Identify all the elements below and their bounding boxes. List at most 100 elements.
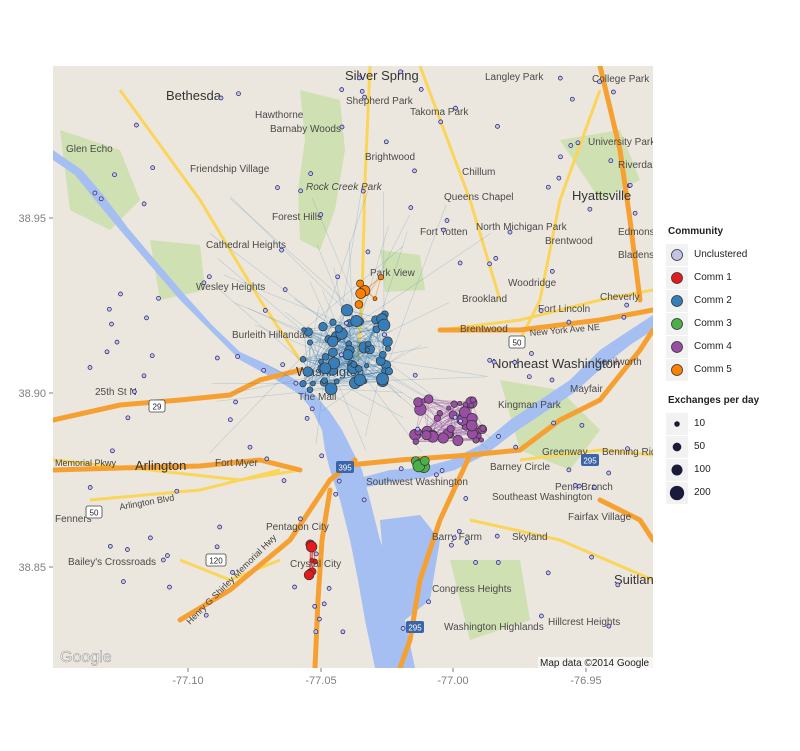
network-node	[526, 374, 532, 380]
network-node	[495, 560, 501, 565]
x-tick-label: -76.95	[570, 675, 601, 687]
network-node	[576, 483, 582, 489]
label-forest-hills: Forest Hills	[272, 212, 322, 223]
network-node	[279, 247, 284, 253]
network-node	[512, 360, 518, 365]
network-node	[329, 318, 337, 326]
network-node	[491, 359, 497, 365]
network-node	[324, 382, 338, 396]
shield-i295-south: 295	[406, 621, 424, 633]
svg-text:295: 295	[583, 457, 597, 466]
network-node	[340, 304, 354, 317]
network-node	[148, 535, 153, 541]
network-node	[156, 295, 161, 301]
network-node	[299, 380, 307, 388]
size-legend-label: 100	[694, 464, 711, 475]
network-node	[235, 354, 240, 359]
network-node	[383, 139, 389, 145]
label-silver-spring: Silver Spring	[345, 68, 419, 83]
network-node	[144, 315, 149, 321]
size-legend-swatch	[672, 442, 682, 451]
label-university-park: University Park	[588, 137, 656, 148]
network-node	[615, 582, 621, 588]
size-legend-item: 100	[666, 458, 796, 481]
network-node	[606, 623, 612, 629]
network-node	[92, 190, 98, 196]
network-node	[418, 87, 424, 92]
svg-text:50: 50	[90, 509, 99, 518]
label-friendship-village: Friendship Village	[190, 164, 270, 175]
network-node	[149, 353, 155, 359]
community-legend-title: Community	[668, 226, 723, 237]
community-legend-item: Comm 2	[666, 289, 796, 312]
network-node	[451, 535, 457, 541]
size-legend-item: 200	[666, 481, 796, 504]
network-node	[408, 205, 414, 210]
network-node	[335, 274, 341, 280]
network-node	[549, 377, 555, 383]
network-node	[419, 456, 430, 466]
network-node	[112, 172, 117, 178]
community-legend-item: Comm 4	[666, 335, 796, 358]
network-node	[379, 350, 387, 359]
network-node	[632, 210, 638, 216]
network-node	[305, 541, 318, 553]
network-node	[468, 402, 474, 409]
community-legend-label: Comm 5	[694, 364, 732, 375]
network-node	[494, 533, 500, 539]
network-node	[398, 69, 403, 75]
community-legend-swatch	[671, 363, 683, 376]
network-node	[214, 355, 220, 361]
network-node	[275, 185, 280, 190]
map-panel: Silver Spring Bethesda Takoma Park Langl…	[53, 66, 656, 668]
community-legend-swatch	[671, 340, 683, 353]
network-node	[354, 300, 364, 309]
network-node	[453, 105, 458, 111]
community-legend-item: Unclustered	[666, 243, 796, 266]
network-node	[261, 367, 267, 373]
network-node	[479, 424, 487, 432]
network-node	[412, 168, 417, 174]
network-node	[457, 260, 463, 266]
label-queens-chapel: Queens Chapel	[444, 192, 514, 203]
network-node	[109, 321, 114, 327]
network-node	[621, 314, 627, 320]
size-legend-label: 50	[694, 441, 706, 452]
svg-text:50: 50	[513, 339, 522, 348]
label-rock-creek-park: Rock Creek Park	[306, 182, 383, 193]
network-node	[495, 124, 500, 129]
network-node	[364, 347, 370, 353]
community-legend-key	[666, 312, 688, 335]
network-node	[473, 560, 478, 565]
network-node	[338, 352, 344, 358]
network-node	[132, 389, 137, 394]
network-node	[456, 528, 462, 534]
network-node	[167, 584, 172, 590]
community-legend-item: Comm 5	[666, 358, 796, 381]
label-brentwood: Brentwood	[460, 324, 508, 335]
y-tick-label: 38.95	[18, 213, 46, 225]
network-node	[376, 372, 389, 386]
network-node	[415, 426, 421, 432]
shield-us29: 29	[148, 399, 166, 413]
network-node	[355, 288, 367, 299]
network-node	[333, 378, 340, 385]
network-node	[365, 249, 371, 255]
network-node	[233, 399, 238, 405]
network-node	[301, 327, 307, 333]
network-node	[160, 557, 166, 563]
label-hyattsville: Hyattsville	[572, 188, 631, 203]
x-axis: -77.10 -77.05 -77.00 -76.95	[172, 668, 602, 687]
network-node	[309, 406, 315, 412]
size-legend-title: Exchanges per day	[668, 395, 760, 406]
size-legend-item: 50	[666, 435, 796, 458]
network-node	[372, 296, 378, 302]
network-node	[437, 432, 449, 444]
x-tick-label: -77.10	[172, 675, 203, 687]
svg-text:295: 295	[408, 624, 422, 633]
network-node	[134, 122, 139, 128]
network-node	[557, 75, 563, 81]
network-node	[452, 435, 464, 446]
size-legend-item: 10	[666, 412, 796, 435]
network-node	[141, 201, 147, 207]
